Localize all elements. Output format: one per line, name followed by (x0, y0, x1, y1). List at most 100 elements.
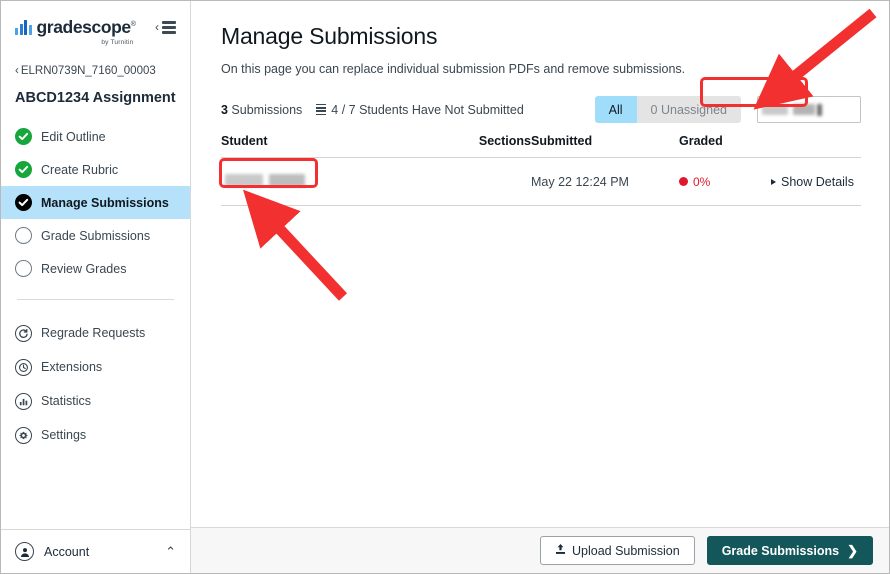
submissions-table: Student Sections Submitted Graded May 22… (221, 134, 861, 206)
breadcrumb-label: ELRN0739N_7160_00003 (20, 65, 156, 77)
page-title: Manage Submissions (221, 23, 438, 49)
redact-block (269, 174, 305, 187)
column-header-submitted[interactable]: Submitted (531, 134, 679, 158)
sidebar-header: gradescope® by Turnitin ‹ ‹ ELRN0739N_716… (1, 1, 190, 106)
page-description: On this page you can replace individual … (221, 62, 686, 76)
application-window: gradescope® by Turnitin ‹ ‹ ELRN0739N_716… (0, 0, 890, 574)
gear-icon (15, 426, 32, 444)
logo-wordmark: gradescope® (37, 17, 136, 38)
chevron-up-icon: ⌃ (165, 543, 176, 559)
check-circle-icon (15, 128, 32, 145)
sidebar-item-settings[interactable]: Settings (1, 418, 190, 452)
sidebar-item-edit-outline[interactable]: Edit Outline (1, 120, 190, 153)
sidebar-item-label: Manage Submissions (41, 195, 169, 210)
gradescope-logo[interactable]: gradescope® by Turnitin (15, 17, 136, 46)
assignment-steps-nav: Edit Outline Create Rubric Manage Submis… (1, 120, 190, 285)
sidebar-item-extensions[interactable]: Extensions (1, 350, 190, 384)
grade-submissions-label: Grade Submissions (721, 543, 840, 558)
table-header-row: Student Sections Submitted Graded (221, 134, 861, 158)
list-icon (316, 103, 327, 116)
empty-circle-icon (15, 227, 32, 244)
redact-block (225, 174, 263, 187)
sidebar-item-label: Statistics (41, 394, 92, 408)
cell-sections (469, 157, 531, 206)
column-header-actions (771, 134, 861, 158)
cell-submitted: May 22 12:24 PM (531, 157, 679, 206)
logo-row: gradescope® by Turnitin ‹ (15, 17, 176, 46)
sidebar-item-label: Review Grades (41, 261, 127, 276)
column-header-sections[interactable]: Sections (469, 134, 531, 158)
account-avatar-icon (15, 542, 34, 561)
cell-actions: Show Details (771, 157, 861, 206)
upload-submission-label: Upload Submission (571, 543, 680, 558)
sidebar-item-label: Grade Submissions (41, 228, 151, 243)
account-menu[interactable]: Account ⌃ (1, 529, 190, 573)
logo-byline: by Turnitin (101, 39, 134, 46)
filter-all-button[interactable]: All (594, 96, 637, 123)
filter-unassigned-button[interactable]: 0 Unassigned (636, 96, 741, 123)
graded-percent: 0% (693, 174, 711, 189)
sidebar-item-label: Create Rubric (41, 162, 119, 177)
account-label: Account (44, 544, 90, 559)
search-input[interactable] (757, 96, 861, 123)
empty-circle-icon (15, 260, 32, 277)
regrade-icon (15, 324, 32, 342)
sidebar-item-label: Settings (41, 428, 87, 442)
cell-graded: 0% (679, 157, 771, 206)
redacted-student-name (221, 172, 469, 191)
chevron-left-icon: ‹ (15, 65, 19, 77)
table-body: May 22 12:24 PM 0% Show Details (221, 157, 861, 206)
submissions-meta-row: 3 Submissions 4 / 7 Students Have Not Su… (221, 96, 861, 123)
upload-submission-button[interactable]: Upload Submission (539, 536, 695, 565)
sidebar: gradescope® by Turnitin ‹ ‹ ELRN0739N_716… (1, 1, 191, 573)
sidebar-item-label: Extensions (41, 360, 103, 374)
table-header: Student Sections Submitted Graded (221, 134, 861, 158)
logo-wordmark-text: gradescope (36, 17, 132, 37)
action-footer: Upload Submission Grade Submissions ❯ (191, 527, 889, 573)
sidebar-item-label: Regrade Requests (41, 326, 146, 340)
grade-submissions-button[interactable]: Grade Submissions ❯ (706, 536, 873, 565)
check-circle-icon (15, 161, 32, 178)
chevron-right-icon: ❯ (847, 542, 858, 558)
chevron-left-icon: ‹ (155, 20, 159, 35)
logo-main: gradescope® (15, 17, 136, 38)
submission-count: 3 Submissions (221, 103, 302, 117)
clock-icon (15, 358, 32, 376)
show-details-button[interactable]: Show Details (771, 175, 861, 189)
table-row[interactable]: May 22 12:24 PM 0% Show Details (221, 157, 861, 206)
assignment-filter-toggle: All 0 Unassigned (594, 96, 741, 123)
sidebar-divider (17, 299, 174, 300)
hamburger-menu-icon (162, 21, 176, 34)
column-header-graded[interactable]: Graded (679, 134, 771, 158)
sidebar-item-create-rubric[interactable]: Create Rubric (1, 153, 190, 186)
sidebar-item-statistics[interactable]: Statistics (1, 384, 190, 418)
column-header-student[interactable]: Student (221, 134, 469, 158)
sidebar-item-grade-submissions[interactable]: Grade Submissions (1, 219, 190, 252)
not-submitted-stat[interactable]: 4 / 7 Students Have Not Submitted (316, 102, 524, 117)
breadcrumb[interactable]: ‹ ELRN0739N_7160_00003 (15, 65, 176, 77)
collapse-sidebar-button[interactable]: ‹ (155, 17, 176, 34)
sidebar-item-manage-submissions[interactable]: Manage Submissions (1, 186, 190, 219)
sidebar-secondary-nav: Regrade Requests Extensions Statistics S… (1, 316, 190, 452)
check-circle-filled-icon (15, 194, 32, 211)
submission-count-label: Submissions (227, 102, 303, 117)
cell-student[interactable] (221, 157, 469, 206)
registered-mark: ® (130, 21, 136, 29)
not-submitted-label: 4 / 7 Students Have Not Submitted (331, 102, 524, 117)
redacted-search-text (762, 104, 788, 115)
sidebar-item-label: Edit Outline (41, 129, 106, 144)
graded-status: 0% (679, 175, 771, 189)
submission-count-number: 3 (221, 102, 228, 117)
redacted-search-text (793, 104, 815, 115)
bar-chart-logo-icon (15, 20, 32, 35)
triangle-right-icon (771, 178, 776, 185)
search-field-wrapper (757, 96, 861, 123)
main-content: Manage Submissions On this page you can … (191, 1, 889, 573)
status-dot-icon (679, 177, 688, 186)
main-body: Manage Submissions On this page you can … (191, 1, 889, 527)
statistics-icon (15, 392, 32, 410)
sidebar-item-review-grades[interactable]: Review Grades (1, 252, 190, 285)
upload-icon (555, 543, 566, 558)
filters: All 0 Unassigned (594, 96, 861, 123)
sidebar-item-regrade-requests[interactable]: Regrade Requests (1, 316, 190, 350)
